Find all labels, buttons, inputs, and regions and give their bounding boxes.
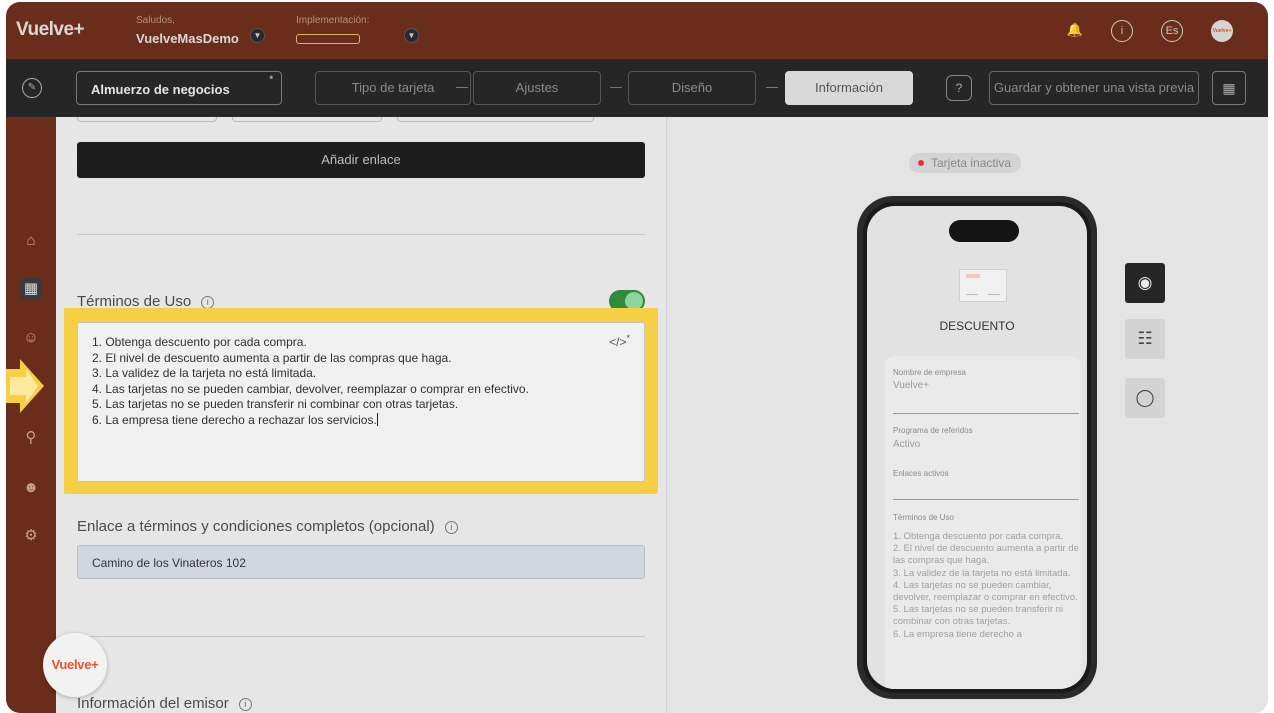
terms-line: 2. El nivel de descuento aumenta a parti… bbox=[92, 350, 452, 365]
status-dot bbox=[918, 160, 924, 166]
step-divider bbox=[456, 87, 468, 88]
code-icon-glyph: </> bbox=[609, 335, 627, 349]
company-label: Nombre de empresa bbox=[893, 368, 966, 377]
arrow-pointer-icon bbox=[6, 359, 44, 413]
floating-brand-logo[interactable]: Vuelve+ bbox=[43, 633, 107, 697]
brand-logo: Vuelve+ bbox=[16, 19, 85, 40]
text-caret bbox=[376, 412, 378, 426]
terms-link-title: Enlace a términos y condiciones completo… bbox=[77, 518, 458, 535]
tab-informacion[interactable]: Información bbox=[785, 71, 913, 105]
divider bbox=[77, 234, 645, 235]
divider bbox=[77, 636, 645, 637]
terms-label: Términos de Uso bbox=[893, 513, 954, 522]
terms-line: 5. Las tarjetas no se pueden transferir … bbox=[92, 397, 459, 411]
divider bbox=[893, 499, 1079, 500]
company-value: Vuelve+ bbox=[893, 380, 930, 391]
terms-line: 6. La empresa tiene derecho a rechazar l… bbox=[92, 412, 377, 427]
step-divider bbox=[610, 87, 622, 88]
bell-icon[interactable]: 🔔 bbox=[1064, 20, 1086, 42]
phone-bezel: DESCUENTO Nombre de empresa Vuelve+ Prog… bbox=[863, 202, 1091, 693]
terms-textarea[interactable]: 1. Obtenga descuento por cada compra. 2.… bbox=[77, 322, 645, 482]
form-panel: Añadir enlace Términos de Uso i 1. Obteng… bbox=[56, 117, 666, 713]
terms-line: 1. Obtenga descuento por cada compra. bbox=[92, 335, 307, 349]
add-link-button[interactable]: Añadir enlace bbox=[77, 142, 645, 178]
card-thumbnail bbox=[959, 269, 1007, 302]
avatar[interactable]: Vuelve+ bbox=[1211, 20, 1233, 42]
divider bbox=[893, 413, 1079, 414]
issuer-section-title: Información del emisor i bbox=[77, 695, 252, 712]
terms-line: 3. La validez de la tarjeta no está limi… bbox=[92, 366, 317, 380]
card-name-field[interactable]: Almuerzo de negocios * bbox=[76, 71, 282, 105]
implementation-label: Implementación: bbox=[296, 15, 370, 26]
card-name-marker: * bbox=[269, 74, 273, 84]
info-icon[interactable]: i bbox=[238, 698, 252, 711]
field-stub bbox=[77, 117, 217, 122]
implementation-progress-bar bbox=[296, 34, 360, 44]
editor-toolbar: ✎ Almuerzo de negocios * Tipo de tarjeta… bbox=[6, 59, 1268, 117]
tab-ajustes[interactable]: Ajustes bbox=[473, 71, 601, 105]
save-preview-button[interactable]: Guardar y obtener una vista previa bbox=[989, 71, 1199, 105]
account-name: VuelveMasDemo bbox=[136, 31, 239, 46]
card-details: Nombre de empresa Vuelve+ Programa de re… bbox=[885, 356, 1081, 689]
help-icon[interactable]: ? bbox=[946, 75, 972, 101]
greeting-label: Saludos, bbox=[136, 15, 175, 26]
phone-screen: DESCUENTO Nombre de empresa Vuelve+ Prog… bbox=[867, 206, 1087, 689]
home-icon[interactable]: ⌂ bbox=[20, 230, 42, 252]
referral-label: Programa de referidos bbox=[893, 426, 973, 435]
preview-panel: Tarjeta inactiva DESCUENTO Nombre de emp… bbox=[666, 117, 1268, 713]
terms-preview-text: 1. Obtenga descuento por cada compra. 2.… bbox=[893, 531, 1079, 640]
apple-icon[interactable]: ◉ bbox=[1125, 263, 1165, 303]
status-badge: Tarjeta inactiva bbox=[909, 153, 1022, 173]
users-icon[interactable]: ☺ bbox=[20, 327, 42, 349]
pencil-icon[interactable]: ✎ bbox=[22, 78, 42, 98]
terms-link-input[interactable]: Camino de los Vinateros 102 bbox=[77, 545, 645, 579]
status-text: Tarjeta inactiva bbox=[931, 156, 1012, 170]
phone-mockup: DESCUENTO Nombre de empresa Vuelve+ Prog… bbox=[857, 196, 1097, 699]
info-icon[interactable]: i bbox=[1111, 20, 1133, 42]
user-icon[interactable]: ☻ bbox=[20, 477, 42, 499]
chat-icon[interactable]: ◯ bbox=[1125, 378, 1165, 418]
field-stub bbox=[397, 117, 594, 122]
terms-line: 4. Las tarjetas no se pueden cambiar, de… bbox=[92, 381, 529, 396]
tab-tipo-de-tarjeta[interactable]: Tipo de tarjeta bbox=[315, 71, 471, 105]
gear-icon[interactable]: ⚙ bbox=[20, 525, 42, 547]
terms-line-last: 6. La empresa tiene derecho a rechazar l… bbox=[92, 412, 630, 429]
sidebar: ⌂ ▦ ☺ ◔ ⚲ ☻ ⚙ bbox=[6, 117, 56, 713]
dynamic-island bbox=[949, 220, 1019, 242]
card-icon[interactable]: ▦ bbox=[20, 278, 42, 300]
issuer-title-text: Información del emisor bbox=[77, 695, 229, 712]
terms-link-title-text: Enlace a términos y condiciones completo… bbox=[77, 518, 435, 535]
code-icon[interactable]: </>* bbox=[609, 331, 630, 351]
implementation-dropdown-chevron-icon[interactable]: ▼ bbox=[404, 28, 419, 43]
step-divider bbox=[766, 87, 778, 88]
card-name-value: Almuerzo de negocios bbox=[91, 82, 230, 97]
top-header: Vuelve+ Saludos, VuelveMasDemo ▼ Impleme… bbox=[6, 2, 1268, 59]
language-selector[interactable]: Es bbox=[1161, 20, 1183, 42]
tab-diseno[interactable]: Diseño bbox=[628, 71, 756, 105]
links-label: Enlaces activos bbox=[893, 469, 949, 478]
location-icon[interactable]: ⚲ bbox=[20, 427, 42, 449]
card-type-label: DESCUENTO bbox=[939, 319, 1015, 333]
account-dropdown-chevron-icon[interactable]: ▼ bbox=[250, 28, 265, 43]
app-window: Vuelve+ Saludos, VuelveMasDemo ▼ Impleme… bbox=[6, 2, 1268, 713]
referral-value: Activo bbox=[893, 439, 921, 450]
code-marker: * bbox=[626, 333, 630, 343]
field-stub bbox=[232, 117, 382, 122]
qr-code-icon[interactable]: ▦ bbox=[1212, 71, 1246, 105]
info-icon[interactable]: i bbox=[444, 521, 458, 534]
android-icon[interactable]: ☷ bbox=[1125, 319, 1165, 359]
